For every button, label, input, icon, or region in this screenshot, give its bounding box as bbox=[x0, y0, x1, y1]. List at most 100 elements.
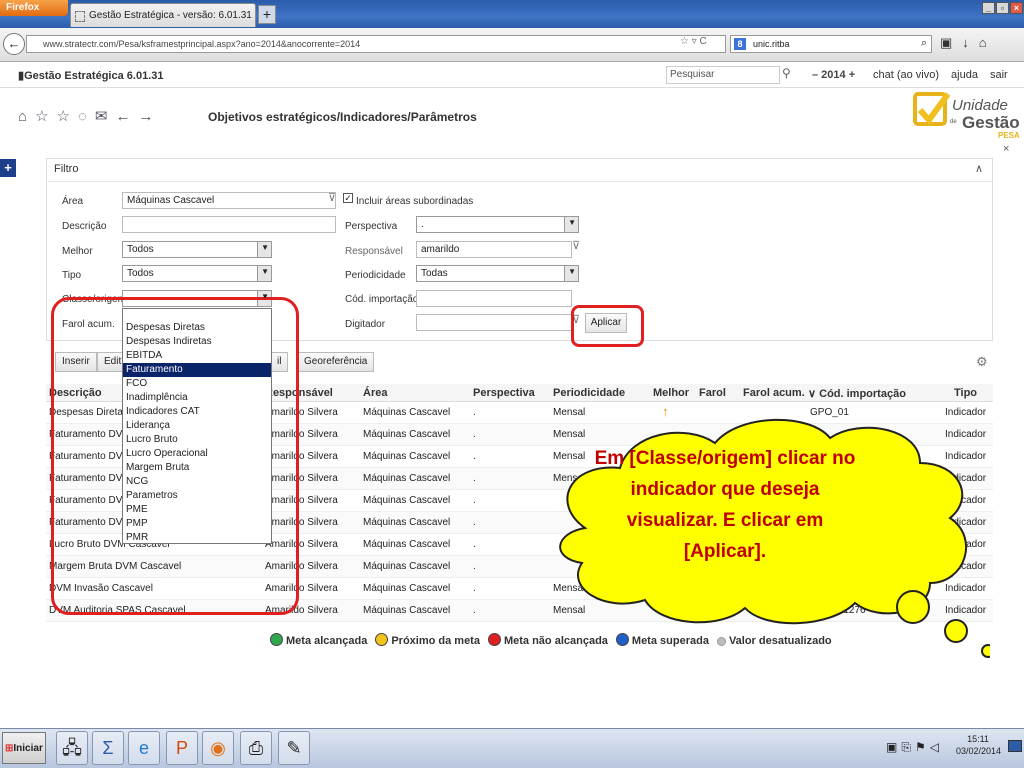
help-link[interactable]: ajuda bbox=[951, 69, 978, 81]
browser-tab[interactable]: Gestão Estratégica - versão: 6.01.31 - L… bbox=[70, 3, 256, 27]
search-icon[interactable]: ⚲ bbox=[782, 66, 791, 80]
perspectiva-select[interactable]: . ▼ bbox=[416, 216, 579, 233]
collapse-icon[interactable]: ∧ bbox=[975, 162, 983, 175]
col-melhor[interactable]: Melhor bbox=[653, 387, 689, 399]
filter-funnel-icon[interactable]: ⊽ bbox=[328, 191, 336, 204]
favorites-icon[interactable]: ☆ bbox=[57, 108, 78, 125]
favorite-add-icon[interactable]: ☆ bbox=[35, 108, 56, 125]
arrow-right-icon[interactable]: → bbox=[138, 108, 161, 125]
sigma-icon[interactable]: Σ bbox=[92, 731, 124, 765]
legend-label: Meta não alcançada bbox=[503, 635, 608, 647]
cell-area: Máquinas Cascavel bbox=[363, 451, 451, 462]
browser-search-input[interactable]: 8 unic.ritba ⌕ bbox=[730, 35, 932, 53]
new-tab-button[interactable]: + bbox=[258, 5, 276, 24]
col-area[interactable]: Área bbox=[363, 387, 387, 399]
legend-label: Meta superada bbox=[631, 635, 709, 647]
periodicidade-select[interactable]: Todas ▼ bbox=[416, 265, 579, 282]
tipo-select[interactable]: Todos ▼ bbox=[122, 265, 272, 282]
status-dot-icon bbox=[716, 637, 726, 646]
col-cod-importacao[interactable]: ∨ Cód. importação bbox=[808, 387, 906, 400]
cell-area: Máquinas Cascavel bbox=[363, 473, 451, 484]
area-label: Área bbox=[62, 196, 84, 207]
toolbar-icons[interactable]: ▣↓⌂ bbox=[940, 35, 997, 51]
area-field[interactable]: Máquinas Cascavel bbox=[122, 192, 336, 209]
legend-label: Meta alcançada bbox=[286, 635, 368, 647]
powerpoint-icon[interactable]: P bbox=[166, 731, 198, 765]
cell-area: Máquinas Cascavel bbox=[363, 429, 451, 440]
header-links: chat (ao vivo) ajuda sair bbox=[873, 69, 1020, 81]
clock[interactable]: 15:11 03/02/2014 bbox=[956, 733, 1001, 757]
legend-label: Próximo da meta bbox=[391, 635, 480, 647]
firefox-menu-button[interactable]: Firefox bbox=[0, 0, 68, 16]
close-icon[interactable]: × bbox=[1003, 143, 1009, 155]
cod-importacao-input[interactable] bbox=[416, 290, 572, 307]
status-dot-icon bbox=[270, 633, 283, 646]
legend-label: Valor desatualizado bbox=[728, 635, 832, 647]
cell-area: Máquinas Cascavel bbox=[363, 605, 451, 616]
minimize-icon[interactable]: _ bbox=[982, 2, 995, 14]
chat-link[interactable]: chat (ao vivo) bbox=[873, 69, 939, 81]
arrow-left-icon[interactable]: ← bbox=[115, 108, 138, 125]
tipo-label: Tipo bbox=[62, 270, 82, 281]
app-title: ▮Gestão Estratégica 6.01.31 bbox=[18, 70, 164, 82]
url-bar[interactable]: www.stratectr.com/Pesa/ksframestprincipa… bbox=[26, 35, 726, 53]
sort-icon: ∨ bbox=[808, 388, 817, 400]
svg-text:Unidade: Unidade bbox=[952, 97, 1008, 114]
include-subordinate-label: Incluir áreas subordinadas bbox=[356, 196, 474, 207]
cell-area: Máquinas Cascavel bbox=[363, 539, 451, 550]
page-icon bbox=[75, 11, 85, 22]
highlight-classe-origem bbox=[51, 297, 299, 615]
tray-icons[interactable]: ▣⎘⚑◁ bbox=[886, 740, 943, 755]
col-farol-acum[interactable]: Farol acum. bbox=[743, 387, 805, 399]
chevron-down-icon: ▼ bbox=[261, 267, 269, 276]
tab-title: Gestão Estratégica - versão: 6.01.31 - L… bbox=[89, 10, 255, 21]
digitador-input[interactable] bbox=[416, 314, 572, 331]
year-selector[interactable]: – 2014 + bbox=[812, 69, 855, 81]
chat-icon[interactable]: ◌ bbox=[78, 108, 95, 125]
gear-icon[interactable]: ⚙ bbox=[976, 354, 988, 370]
callout-text: Em [Classe/origem] clicar no indicador q… bbox=[594, 448, 856, 562]
include-subordinate-checkbox[interactable]: ✓ bbox=[343, 193, 353, 203]
digitador-label: Digitador bbox=[345, 319, 386, 330]
filter-funnel-icon[interactable]: ⊽ bbox=[572, 239, 580, 252]
status-dot-icon bbox=[487, 633, 501, 646]
legend-item: Meta alcançada bbox=[270, 633, 368, 647]
legend-item: Valor desatualizado bbox=[716, 635, 832, 647]
printer-icon[interactable]: ⎙ bbox=[240, 731, 272, 765]
expand-sidebar-icon[interactable]: + bbox=[0, 159, 16, 177]
col-periodicidade[interactable]: Periodicidade bbox=[553, 387, 625, 399]
back-icon[interactable]: ← bbox=[3, 33, 25, 55]
filter-heading: Filtro bbox=[46, 158, 993, 182]
close-window-icon[interactable]: × bbox=[1010, 2, 1023, 14]
georeference-button[interactable]: Georeferência bbox=[297, 352, 375, 372]
magnifier-icon[interactable]: ⌕ bbox=[921, 37, 927, 50]
mail-icon[interactable]: ✉ bbox=[95, 108, 116, 125]
restore-icon[interactable]: ▫ bbox=[996, 2, 1009, 14]
descricao-label: Descrição bbox=[62, 221, 107, 232]
melhor-select[interactable]: Todos ▼ bbox=[122, 241, 272, 258]
cell-area: Máquinas Cascavel bbox=[363, 495, 451, 506]
home-icon[interactable]: ⌂ bbox=[18, 108, 35, 125]
status-dot-icon bbox=[615, 633, 629, 646]
col-farol[interactable]: Farol bbox=[699, 387, 726, 399]
cell-area: Máquinas Cascavel bbox=[363, 407, 451, 418]
responsavel-label: Responsável bbox=[345, 246, 403, 257]
cell-area: Máquinas Cascavel bbox=[363, 583, 451, 594]
firefox-icon[interactable]: ◉ bbox=[202, 731, 234, 765]
internet-explorer-icon[interactable]: e bbox=[128, 731, 160, 765]
app-search-input[interactable]: Pesquisar bbox=[666, 66, 780, 84]
cell-area: Máquinas Cascavel bbox=[363, 561, 451, 572]
logout-link[interactable]: sair bbox=[990, 69, 1008, 81]
paint-icon[interactable]: ✎ bbox=[278, 731, 310, 765]
legend-item: Meta não alcançada bbox=[487, 633, 608, 647]
status-legend: Meta alcançada Próximo da meta Meta não al… bbox=[270, 633, 840, 647]
show-desktop-icon[interactable] bbox=[1008, 740, 1022, 752]
network-icon[interactable]: 🖧 bbox=[56, 731, 88, 765]
col-tipo[interactable]: Tipo bbox=[954, 387, 977, 399]
descricao-input[interactable] bbox=[122, 216, 336, 233]
start-button[interactable]: ⊞Iniciar bbox=[2, 732, 46, 764]
svg-text:Gestão: Gestão bbox=[962, 113, 1020, 132]
responsavel-field[interactable]: amarildo bbox=[416, 241, 572, 258]
col-perspectiva[interactable]: Perspectiva bbox=[473, 387, 535, 399]
bookmark-star-icon[interactable]: ☆ ▿ C bbox=[680, 36, 707, 47]
